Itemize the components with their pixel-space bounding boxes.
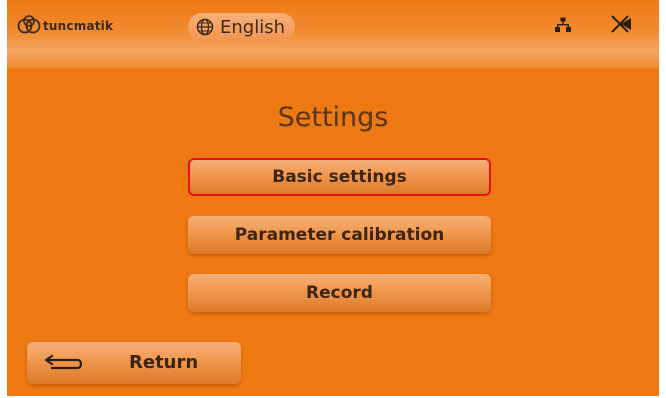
settings-screen: tuncmatik English Settings Basic setting… [7,0,659,396]
globe-icon [196,18,214,36]
disconnected-icon [611,15,631,33]
network-icon [555,17,571,32]
brand-name: tuncmatik [43,19,114,33]
top-bar: tuncmatik English [7,0,659,68]
language-selector[interactable]: English [188,13,295,41]
page-title: Settings [277,102,389,133]
language-label: English [220,16,285,38]
parameter-calibration-button[interactable]: Parameter calibration [188,216,491,254]
tuncmatik-logo-icon [17,15,41,34]
brand-logo: tuncmatik [17,14,113,38]
basic-settings-button[interactable]: Basic settings [188,158,491,196]
record-button[interactable]: Record [188,274,491,312]
return-arrow-icon [44,354,83,370]
return-label: Return [129,352,199,373]
return-button[interactable]: Return [27,342,241,384]
